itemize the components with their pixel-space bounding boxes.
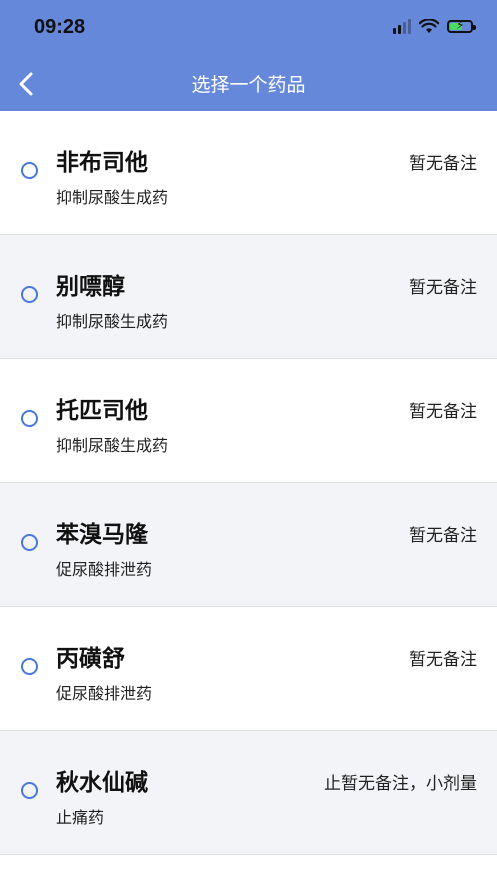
status-icons: ⚡ bbox=[393, 17, 476, 34]
medicine-name: 非布司他 bbox=[56, 150, 148, 176]
medicine-note: 暂无备注 bbox=[409, 154, 477, 174]
medicine-item[interactable]: 别嘌醇 抑制尿酸生成药 暂无备注 bbox=[0, 235, 497, 359]
medicine-category: 促尿酸排泄药 bbox=[56, 560, 153, 579]
medicine-category: 抑制尿酸生成药 bbox=[56, 312, 169, 331]
medicine-name: 别嘌醇 bbox=[56, 274, 125, 300]
page-title: 选择一个药品 bbox=[191, 74, 306, 96]
medicine-category: 抑制尿酸生成药 bbox=[56, 436, 169, 455]
radio-button[interactable] bbox=[21, 658, 38, 675]
medicine-name: 苯溴马隆 bbox=[56, 522, 148, 548]
medicine-note: 暂无备注 bbox=[409, 278, 477, 298]
radio-button[interactable] bbox=[21, 286, 38, 303]
medicine-note: 暂无备注 bbox=[409, 650, 477, 670]
medicine-name: 丙磺舒 bbox=[56, 646, 125, 672]
battery-icon: ⚡ bbox=[447, 17, 476, 33]
medicine-item[interactable]: 托匹司他 抑制尿酸生成药 暂无备注 bbox=[0, 359, 497, 483]
medicine-item[interactable]: 苯溴马隆 促尿酸排泄药 暂无备注 bbox=[0, 483, 497, 607]
status-time: 09:28 bbox=[34, 16, 86, 38]
medicine-note: 止暂无备注，小剂量 bbox=[324, 774, 477, 794]
medicine-name: 托匹司他 bbox=[56, 398, 148, 424]
radio-button[interactable] bbox=[21, 534, 38, 551]
charging-bolt-icon: ⚡ bbox=[456, 17, 465, 32]
medicine-note: 暂无备注 bbox=[409, 526, 477, 546]
wifi-icon bbox=[419, 18, 439, 33]
medicine-category: 抑制尿酸生成药 bbox=[56, 188, 169, 207]
radio-button[interactable] bbox=[21, 162, 38, 179]
medicine-category: 促尿酸排泄药 bbox=[56, 684, 153, 703]
radio-button[interactable] bbox=[21, 782, 38, 799]
cellular-signal-icon bbox=[393, 18, 411, 34]
medicine-list: 非布司他 抑制尿酸生成药 暂无备注 别嘌醇 抑制尿酸生成药 暂无备注 托匹司他 … bbox=[0, 111, 497, 855]
app-header: 09:28 ⚡ 选择一个药品 bbox=[0, 0, 497, 111]
medicine-item[interactable]: 非布司他 抑制尿酸生成药 暂无备注 bbox=[0, 111, 497, 235]
medicine-item[interactable]: 丙磺舒 促尿酸排泄药 暂无备注 bbox=[0, 607, 497, 731]
medicine-item[interactable]: 秋水仙碱 止痛药 止暂无备注，小剂量 bbox=[0, 731, 497, 855]
medicine-category: 止痛药 bbox=[56, 808, 105, 827]
radio-button[interactable] bbox=[21, 410, 38, 427]
medicine-note: 暂无备注 bbox=[409, 402, 477, 422]
medicine-name: 秋水仙碱 bbox=[56, 770, 148, 796]
